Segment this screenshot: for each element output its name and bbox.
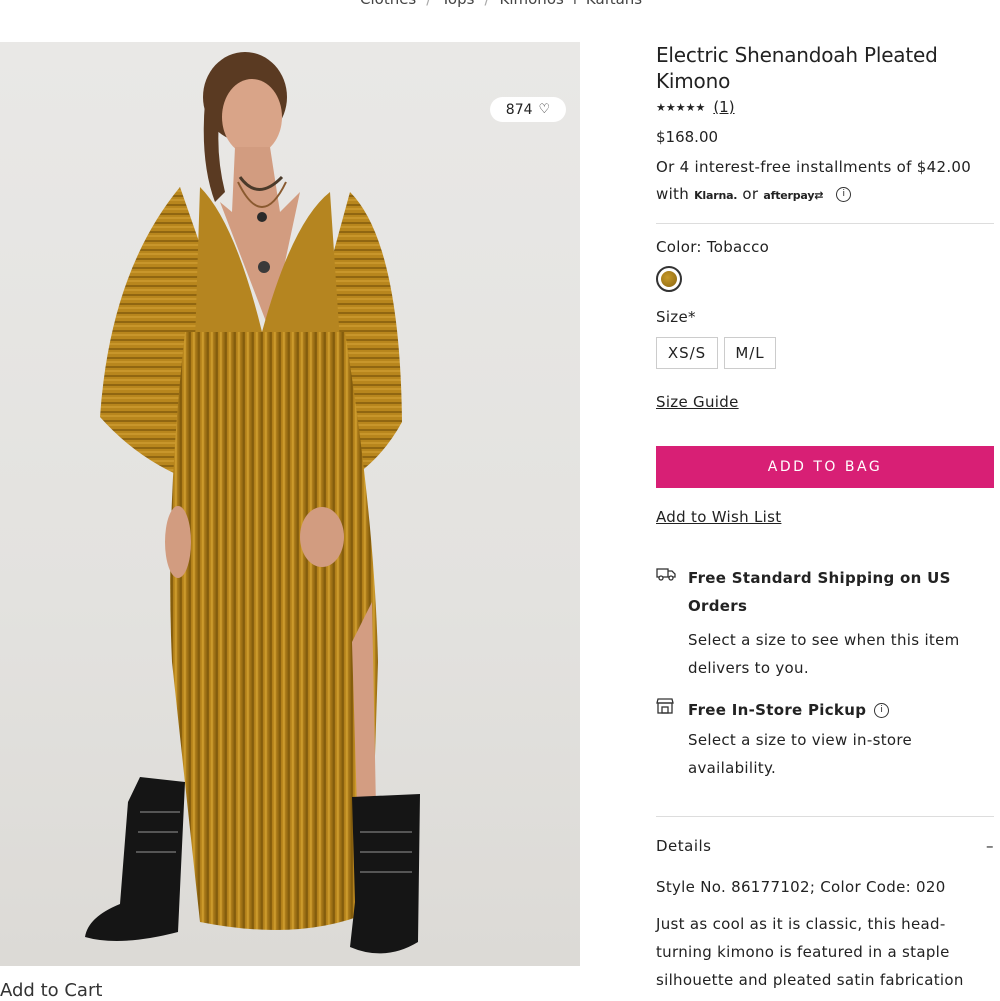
- swatch-fill: [661, 271, 677, 287]
- afterpay-arrow-icon: ⇄: [814, 189, 824, 202]
- breadcrumb: Clothes / Tops / Kimonos + Kaftans: [360, 0, 642, 8]
- installments-with: with: [656, 185, 690, 203]
- installments-info: Or 4 interest-free installments of $42.0…: [656, 154, 994, 209]
- breadcrumb-tops[interactable]: Tops: [441, 0, 474, 8]
- product-title: Electric Shenandoah Pleated Kimono: [656, 43, 938, 93]
- heart-icon: ♡: [538, 102, 551, 117]
- size-label: Size*: [656, 308, 696, 326]
- divider: [656, 816, 994, 817]
- product-image[interactable]: 874 ♡: [0, 42, 580, 966]
- details-label: Details: [656, 837, 712, 855]
- size-options: XS/S M/L: [656, 337, 994, 369]
- product-price: $168.00: [656, 128, 719, 146]
- shipping-title: Free Standard Shipping on US Orders: [688, 569, 951, 615]
- breadcrumb-separator: /: [484, 0, 489, 8]
- product-description: Just as cool as it is classic, this head…: [656, 915, 964, 989]
- size-option-xs-s[interactable]: XS/S: [656, 337, 718, 369]
- installments-or: or: [742, 185, 759, 203]
- add-to-wish-list-link[interactable]: Add to Wish List: [656, 508, 994, 526]
- product-photo-illustration: [85, 52, 420, 954]
- rating: ★★★★★ (1): [656, 98, 994, 116]
- size-option-m-l[interactable]: M/L: [724, 337, 776, 369]
- like-counter[interactable]: 874 ♡: [490, 97, 566, 122]
- pickup-title: Free In-Store Pickup: [688, 701, 867, 719]
- truck-icon: [656, 564, 676, 682]
- sticky-bar-text[interactable]: Add to Cart: [0, 980, 102, 1001]
- size-guide-link[interactable]: Size Guide: [656, 393, 994, 411]
- breadcrumb-separator: /: [426, 0, 431, 8]
- installments-text: Or 4 interest-free installments of $42.0…: [656, 158, 972, 176]
- like-count: 874: [505, 101, 533, 118]
- divider: [656, 223, 994, 224]
- shipping-info: Free Standard Shipping on US Orders Sele…: [656, 564, 994, 682]
- color-swatch-tobacco[interactable]: [656, 266, 682, 292]
- pickup-info: Free In-Store Pickup i Select a size to v…: [656, 696, 994, 782]
- breadcrumb-clothes[interactable]: Clothes: [360, 0, 416, 8]
- details-accordion-header[interactable]: Details –: [656, 837, 994, 855]
- breadcrumb-kimonos[interactable]: Kimonos + Kaftans: [500, 0, 643, 8]
- style-number: Style No. 86177102; Color Code: 020: [656, 878, 946, 896]
- info-icon[interactable]: i: [874, 702, 890, 718]
- klarna-logo[interactable]: Klarna.: [694, 189, 737, 202]
- product-info: Electric Shenandoah Pleated Kimono ★★★★★…: [656, 40, 994, 994]
- color-label: Color: Tobacco: [656, 238, 770, 256]
- pickup-title-row: Free In-Store Pickup i: [688, 696, 994, 724]
- collapse-icon[interactable]: –: [986, 837, 994, 855]
- store-icon: [656, 696, 676, 782]
- star-rating-icon: ★★★★★: [656, 100, 706, 114]
- shipping-text: Select a size to see when this item deli…: [688, 631, 960, 677]
- review-count-link[interactable]: (1): [713, 98, 734, 116]
- afterpay-logo[interactable]: afterpay: [763, 189, 814, 202]
- info-icon[interactable]: i: [836, 187, 852, 202]
- add-to-bag-button[interactable]: ADD TO BAG: [656, 446, 994, 488]
- pickup-text: Select a size to view in-store availabil…: [688, 731, 913, 777]
